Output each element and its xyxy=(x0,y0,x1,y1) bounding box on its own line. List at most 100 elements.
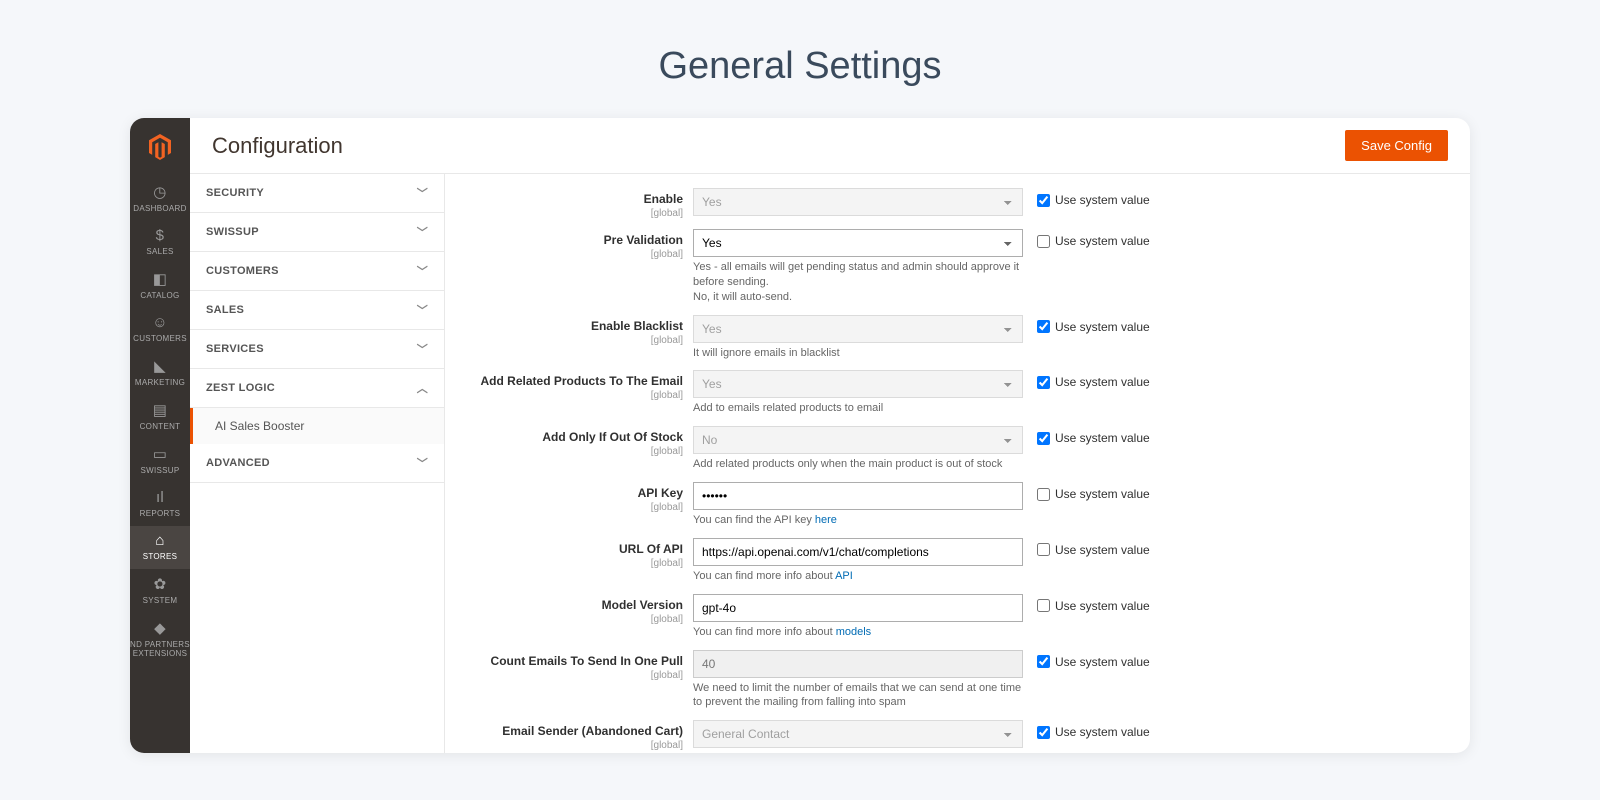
rail-item-swissup[interactable]: ▭ SWISSUP xyxy=(130,439,190,483)
content-icon: ▤ xyxy=(130,401,190,419)
chevron-down-icon: ﹀ xyxy=(417,263,428,279)
select-pre-validation[interactable]: Yes xyxy=(693,229,1023,257)
field-enable: Enable [global] Yes Use system value xyxy=(453,188,1446,219)
rail-item-content[interactable]: ▤ CONTENT xyxy=(130,395,190,439)
label-sender-abandoned: Email Sender (Abandoned Cart) xyxy=(502,724,683,738)
field-sender-abandoned: Email Sender (Abandoned Cart) [global] G… xyxy=(453,720,1446,751)
api-key-link[interactable]: here xyxy=(815,514,837,526)
rail-item-marketing[interactable]: ◣MARKETING xyxy=(130,351,190,395)
tree-subitem[interactable]: AI Sales Booster xyxy=(190,408,444,444)
sys-count-checkbox[interactable] xyxy=(1037,655,1050,668)
note-pre-validation: Yes - all emails will get pending status… xyxy=(693,260,1023,305)
rail-item-dashboard[interactable]: ◷DASHBOARD xyxy=(130,177,190,221)
input-count[interactable] xyxy=(693,650,1023,678)
admin-rail: ◷DASHBOARD $ SALES ◧CATALOG☺CUSTOMERS◣MARKE… xyxy=(130,118,190,753)
note-api-key: You can find the API key here xyxy=(693,513,1023,528)
chevron-down-icon: ﹀ xyxy=(417,455,428,471)
rail-item-partners[interactable]: ◆ND PARTNERS EXTENSIONS xyxy=(130,613,190,666)
sys-pre-validation-checkbox[interactable] xyxy=(1037,235,1050,248)
swissup-icon: ▭ xyxy=(130,445,190,463)
page-title: Configuration xyxy=(212,133,343,159)
rail-label: SWISSUP xyxy=(141,466,180,475)
sys-enable-checkbox[interactable] xyxy=(1037,194,1050,207)
scope-tag: [global] xyxy=(453,502,683,513)
field-out-of-stock: Add Only If Out Of Stock [global] No Add… xyxy=(453,426,1446,472)
tree-section[interactable]: CUSTOMERS﹀ xyxy=(190,252,444,291)
rail-item-stores[interactable]: ⌂STORES xyxy=(130,526,190,569)
sys-related-checkbox[interactable] xyxy=(1037,376,1050,389)
sys-label[interactable]: Use system value xyxy=(1055,193,1150,207)
scope-tag: [global] xyxy=(453,390,683,401)
select-out-of-stock[interactable]: No xyxy=(693,426,1023,454)
sales-icon: $ xyxy=(130,227,190,244)
label-blacklist: Enable Blacklist xyxy=(591,319,683,333)
sys-label[interactable]: Use system value xyxy=(1055,487,1150,501)
sys-label[interactable]: Use system value xyxy=(1055,320,1150,334)
field-count: Count Emails To Send In One Pull [global… xyxy=(453,650,1446,711)
field-related: Add Related Products To The Email [globa… xyxy=(453,370,1446,416)
select-enable[interactable]: Yes xyxy=(693,188,1023,216)
sys-label[interactable]: Use system value xyxy=(1055,599,1150,613)
sys-label[interactable]: Use system value xyxy=(1055,431,1150,445)
rail-item-reports[interactable]: ılREPORTS xyxy=(130,483,190,526)
rail-label: MARKETING xyxy=(135,378,185,387)
rail-label: CONTENT xyxy=(140,422,181,431)
rail-label: SALES xyxy=(146,247,173,256)
sys-blacklist-checkbox[interactable] xyxy=(1037,320,1050,333)
field-pre-validation: Pre Validation [global] Yes Yes - all em… xyxy=(453,229,1446,305)
chevron-down-icon: ﹀ xyxy=(417,341,428,357)
sys-sender-abandoned-checkbox[interactable] xyxy=(1037,726,1050,739)
rail-item-system[interactable]: ✿SYSTEM xyxy=(130,569,190,613)
label-api-key: API Key xyxy=(638,486,683,500)
rail-label: DASHBOARD xyxy=(133,204,186,213)
api-url-link[interactable]: API xyxy=(835,570,853,582)
scope-tag: [global] xyxy=(453,249,683,260)
scope-tag: [global] xyxy=(453,740,683,751)
select-blacklist[interactable]: Yes xyxy=(693,315,1023,343)
sys-model-checkbox[interactable] xyxy=(1037,599,1050,612)
field-api-key: API Key [global] You can find the API ke… xyxy=(453,482,1446,528)
rail-item-catalog[interactable]: ◧CATALOG xyxy=(130,264,190,308)
sys-api-key-checkbox[interactable] xyxy=(1037,488,1050,501)
sys-api-url-checkbox[interactable] xyxy=(1037,543,1050,556)
field-api-url: URL Of API [global] You can find more in… xyxy=(453,538,1446,584)
field-model: Model Version [global] You can find more… xyxy=(453,594,1446,640)
content-column: Configuration Save Config SECURITY﹀SWISS… xyxy=(190,118,1470,753)
label-enable: Enable xyxy=(644,192,683,206)
input-model[interactable] xyxy=(693,594,1023,622)
sys-out-of-stock-checkbox[interactable] xyxy=(1037,432,1050,445)
tree-section-label: SWISSUP xyxy=(206,226,259,238)
tree-section-label: ADVANCED xyxy=(206,457,270,469)
tree-section[interactable]: SECURITY﹀ xyxy=(190,174,444,213)
model-link[interactable]: models xyxy=(836,626,871,638)
save-config-button[interactable]: Save Config xyxy=(1345,130,1448,161)
input-api-key[interactable] xyxy=(693,482,1023,510)
tree-section[interactable]: SERVICES﹀ xyxy=(190,330,444,369)
label-related: Add Related Products To The Email xyxy=(481,374,683,388)
tree-section[interactable]: SWISSUP﹀ xyxy=(190,213,444,252)
rail-label: SYSTEM xyxy=(143,596,178,605)
sys-label[interactable]: Use system value xyxy=(1055,725,1150,739)
rail-label: STORES xyxy=(143,552,178,561)
tree-section-label: SALES xyxy=(206,304,244,316)
magento-logo-icon xyxy=(149,134,171,167)
tree-section[interactable]: ZEST LOGIC︿ xyxy=(190,369,444,408)
input-api-url[interactable] xyxy=(693,538,1023,566)
tree-section[interactable]: ADVANCED ﹀ xyxy=(190,444,444,483)
note-api-url: You can find more info about API xyxy=(693,569,1023,584)
rail-item-customers[interactable]: ☺CUSTOMERS xyxy=(130,308,190,351)
chevron-down-icon: ﹀ xyxy=(417,185,428,201)
rail-label: REPORTS xyxy=(140,509,181,518)
select-sender-abandoned[interactable]: General Contact xyxy=(693,720,1023,748)
sys-label[interactable]: Use system value xyxy=(1055,655,1150,669)
tree-section[interactable]: SALES﹀ xyxy=(190,291,444,330)
scope-tag: [global] xyxy=(453,335,683,346)
sys-label[interactable]: Use system value xyxy=(1055,234,1150,248)
select-related[interactable]: Yes xyxy=(693,370,1023,398)
form-area: Enable [global] Yes Use system value xyxy=(445,174,1470,753)
body-row: SECURITY﹀SWISSUP﹀CUSTOMERS﹀SALES﹀SERVICE… xyxy=(190,174,1470,753)
sys-label[interactable]: Use system value xyxy=(1055,543,1150,557)
tree-section-label: ZEST LOGIC xyxy=(206,382,275,394)
sys-label[interactable]: Use system value xyxy=(1055,375,1150,389)
rail-item-sales[interactable]: $ SALES xyxy=(130,221,190,264)
